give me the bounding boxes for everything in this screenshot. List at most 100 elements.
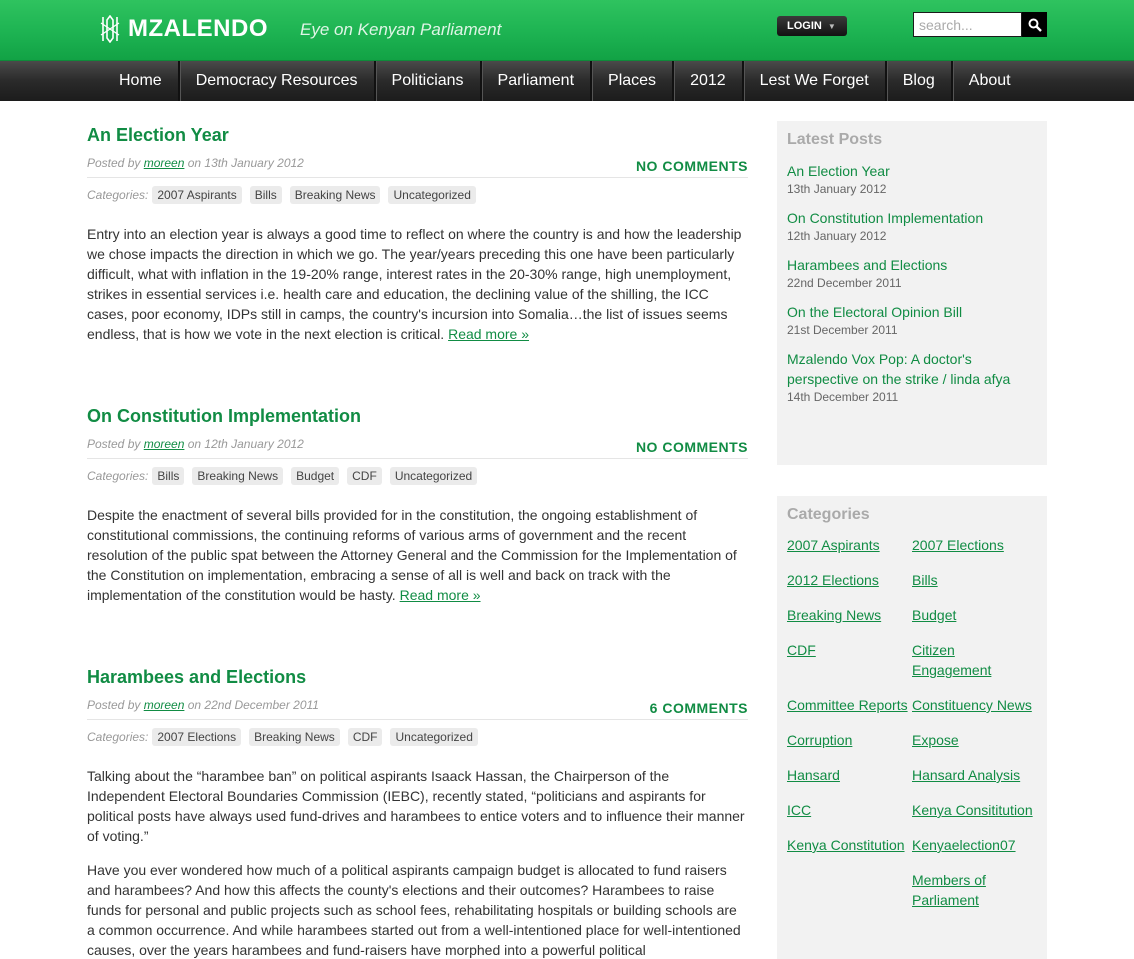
post-title-link[interactable]: An Election Year <box>87 125 748 146</box>
latest-post-item: On Constitution Implementation 12th Janu… <box>787 208 1037 243</box>
category-link[interactable]: Kenya Constitution <box>787 835 912 855</box>
read-more-link[interactable]: Read more » <box>400 587 481 603</box>
category-link[interactable]: Hansard <box>787 765 912 785</box>
nav-item-lest-we-forget[interactable]: Lest We Forget <box>744 61 887 101</box>
author-link[interactable]: moreen <box>144 437 185 451</box>
nav-item-democracy-resources[interactable]: Democracy Resources <box>180 61 376 101</box>
nav-item-2012[interactable]: 2012 <box>674 61 744 101</box>
post-date: on 12th January 2012 <box>187 437 304 451</box>
latest-post-link[interactable]: An Election Year <box>787 161 1037 181</box>
login-button[interactable]: LOGIN ▼ <box>777 16 847 36</box>
post-categories: Categories: 2007 Aspirants Bills Breakin… <box>87 186 748 204</box>
category-link[interactable]: Corruption <box>787 730 912 750</box>
post-paragraph: Have you ever wondered how much of a pol… <box>87 862 741 958</box>
category-link[interactable]: Breaking News <box>787 605 912 625</box>
category-link[interactable]: Expose <box>912 730 1037 750</box>
category-link[interactable]: Constituency News <box>912 695 1037 715</box>
post-title-link[interactable]: On Constitution Implementation <box>87 406 748 427</box>
nav-item-home[interactable]: Home <box>103 61 180 101</box>
category-link[interactable]: Kenya Consititution <box>912 800 1037 820</box>
post-excerpt: Entry into an election year is always a … <box>87 224 748 344</box>
category-tag[interactable]: 2007 Elections <box>152 728 242 746</box>
read-more-link[interactable]: Read more » <box>448 326 529 342</box>
category-link[interactable]: Citizen Engagement <box>912 640 1037 680</box>
logo-text: MZALENDO <box>128 15 268 42</box>
post-date: on 13th January 2012 <box>187 156 304 170</box>
author-link[interactable]: moreen <box>144 156 185 170</box>
search-icon <box>1028 18 1042 32</box>
widget-title: Latest Posts <box>787 131 883 148</box>
category-link[interactable]: Bills <box>912 570 1037 590</box>
category-tag[interactable]: Uncategorized <box>388 186 476 204</box>
comments-link[interactable]: NO COMMENTS <box>636 158 748 174</box>
site-header: MZALENDO Eye on Kenyan Parliament LOGIN … <box>0 0 1134 61</box>
category-link[interactable]: Committee Reports <box>787 695 912 715</box>
latest-post-link[interactable]: Mzalendo Vox Pop: A doctor's perspective… <box>787 349 1037 389</box>
category-link[interactable]: 2007 Elections <box>912 535 1037 555</box>
category-tag[interactable]: Bills <box>152 467 185 485</box>
category-link[interactable]: CDF <box>787 640 912 680</box>
category-link[interactable]: Members of Parliament <box>912 870 1037 910</box>
search-form <box>913 12 1047 37</box>
category-tag[interactable]: Bills <box>249 186 282 204</box>
category-link[interactable]: Budget <box>912 605 1037 625</box>
post-categories: Categories: 2007 Elections Breaking News… <box>87 728 748 746</box>
category-link[interactable]: 2012 Elections <box>787 570 912 590</box>
blog-post: Harambees and Elections Posted by moreen… <box>87 667 748 959</box>
category-link[interactable]: ICC <box>787 800 912 820</box>
paragraph-text: Entry into an election year is always a … <box>87 226 742 342</box>
category-link[interactable]: 2007 Aspirants <box>787 535 912 555</box>
latest-post-date: 14th December 2011 <box>787 390 899 404</box>
post-byline: Posted by moreen on 22nd December 2011 <box>87 698 319 712</box>
categories-label: Categories: <box>87 730 149 744</box>
search-input[interactable] <box>913 12 1022 37</box>
categories-label: Categories: <box>87 188 149 202</box>
latest-post-date: 13th January 2012 <box>787 182 887 196</box>
site-logo[interactable]: MZALENDO <box>100 14 268 44</box>
category-link[interactable]: Hansard Analysis <box>912 765 1037 785</box>
login-label: LOGIN <box>787 20 822 32</box>
latest-post-link[interactable]: On Constitution Implementation <box>787 208 1037 228</box>
blog-post: On Constitution Implementation Posted by… <box>87 406 748 619</box>
latest-post-link[interactable]: Harambees and Elections <box>787 255 1037 275</box>
main-nav: Home Democracy Resources Politicians Par… <box>0 61 1134 101</box>
latest-posts-widget: Latest Posts An Election Year 13th Janua… <box>777 121 1047 465</box>
latest-post-link[interactable]: On the Electoral Opinion Bill <box>787 302 1037 322</box>
category-tag[interactable]: Breaking News <box>289 186 381 204</box>
latest-post-date: 21st December 2011 <box>787 323 898 337</box>
post-meta: Posted by moreen on 12th January 2012 NO… <box>87 435 748 459</box>
post-title-link[interactable]: Harambees and Elections <box>87 667 748 688</box>
category-tag[interactable]: Uncategorized <box>390 728 478 746</box>
byline-prefix: Posted by <box>87 156 141 170</box>
comments-link[interactable]: NO COMMENTS <box>636 439 748 455</box>
search-button[interactable] <box>1022 12 1047 37</box>
author-link[interactable]: moreen <box>144 698 185 712</box>
site-tagline: Eye on Kenyan Parliament <box>300 20 502 39</box>
categories-widget: Categories 2007 Aspirants 2007 Elections… <box>777 496 1047 959</box>
nav-item-places[interactable]: Places <box>592 61 675 101</box>
blog-post: An Election Year Posted by moreen on 13t… <box>87 125 748 358</box>
nav-item-blog[interactable]: Blog <box>887 61 953 101</box>
byline-prefix: Posted by <box>87 437 141 451</box>
latest-post-date: 22nd December 2011 <box>787 276 902 290</box>
category-tag[interactable]: CDF <box>347 728 383 746</box>
post-paragraph: Despite the enactment of several bills p… <box>87 505 748 605</box>
category-link[interactable]: Kenyaelection07 <box>912 835 1037 855</box>
latest-post-item: Mzalendo Vox Pop: A doctor's perspective… <box>787 349 1037 404</box>
latest-post-item: On the Electoral Opinion Bill 21st Decem… <box>787 302 1037 337</box>
comments-link[interactable]: 6 COMMENTS <box>650 700 748 716</box>
category-tag[interactable]: Budget <box>291 467 340 485</box>
caret-down-icon: ▼ <box>827 21 836 31</box>
post-categories: Categories: Bills Breaking News Budget C… <box>87 467 748 485</box>
nav-item-about[interactable]: About <box>953 61 1027 101</box>
nav-item-politicians[interactable]: Politicians <box>376 61 482 101</box>
category-tag[interactable]: 2007 Aspirants <box>152 186 242 204</box>
categories-label: Categories: <box>87 469 149 483</box>
post-paragraph: Talking about the “harambee ban” on poli… <box>87 768 745 844</box>
category-tag[interactable]: Breaking News <box>192 467 284 485</box>
category-tag[interactable]: Uncategorized <box>389 467 478 485</box>
category-tag[interactable]: CDF <box>347 467 382 485</box>
post-byline: Posted by moreen on 13th January 2012 <box>87 156 304 170</box>
nav-item-parliament[interactable]: Parliament <box>482 61 593 101</box>
category-tag[interactable]: Breaking News <box>249 728 340 746</box>
